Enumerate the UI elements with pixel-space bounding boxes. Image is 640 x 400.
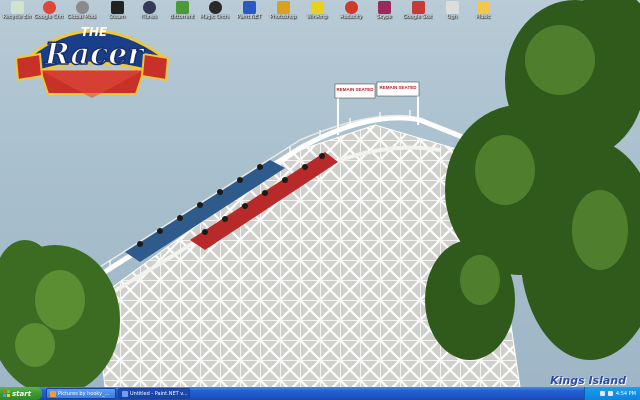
document-icon [445, 1, 459, 14]
desktop-icon-paint-net[interactable]: Paint.NET [234, 1, 264, 25]
skull-icon [75, 1, 89, 14]
logo-racer-text: Racer [44, 37, 145, 72]
windows-logo-icon [3, 390, 10, 397]
itunes-icon [142, 1, 156, 14]
recycle-bin-icon [10, 1, 24, 14]
kings-island-watermark: Kings Island [550, 374, 626, 387]
desktop: REMAIN SEATED REMAIN SEATED Recycle Bin [0, 0, 640, 387]
desktop-icon-photoshop[interactable]: Photoshop [268, 1, 298, 25]
taskbar-item-pictures[interactable]: Pictures by hooky_... [46, 388, 116, 399]
steam-icon [110, 1, 124, 14]
the-racer-logo: THE Racer [14, 25, 170, 98]
desktop-icon-winamp[interactable]: WinAmp [302, 1, 332, 25]
paint-icon [242, 1, 256, 14]
browser-icon [50, 390, 56, 397]
desktop-icon-ugh[interactable]: Ugh [437, 1, 467, 25]
start-button[interactable]: start [0, 387, 42, 400]
volume-icon[interactable] [607, 391, 613, 396]
taskbar-item-paint-net[interactable]: Untitled - Paint.NET v... [118, 388, 190, 399]
desktop-icon-audacity[interactable]: Audacity [336, 1, 366, 25]
sketchup-icon [411, 1, 425, 14]
desktop-icon-magic-orchestra[interactable]: Magic Orchestra [200, 1, 230, 25]
desktop-icon-sketchup[interactable]: Google Sketchup [403, 1, 433, 25]
desktop-icon-skype[interactable]: Skype [369, 1, 399, 25]
skype-icon [377, 1, 391, 14]
paint-icon [122, 390, 128, 397]
orb-icon [208, 1, 222, 14]
photoshop-icon [276, 1, 290, 14]
winamp-icon [310, 1, 324, 14]
clock[interactable]: 4:54 PM [616, 391, 636, 397]
audacity-icon [344, 1, 358, 14]
taskbar-item-label: Pictures by hooky_... [58, 390, 110, 397]
chrome-icon [42, 1, 56, 14]
system-tray: 4:54 PM [584, 387, 640, 400]
desktop-icon-music[interactable]: Music [468, 1, 498, 25]
bittorrent-icon [175, 1, 189, 14]
sign-remain-seated-left: REMAIN SEATED [337, 87, 375, 92]
network-icon[interactable] [599, 391, 605, 396]
folder-icon [476, 1, 490, 14]
sign-remain-seated-right: REMAIN SEATED [380, 85, 418, 90]
taskbar: start Pictures by hooky_... Untitled - P… [0, 387, 640, 400]
start-label: start [12, 389, 32, 398]
taskbar-item-label: Untitled - Paint.NET v... [130, 390, 188, 397]
